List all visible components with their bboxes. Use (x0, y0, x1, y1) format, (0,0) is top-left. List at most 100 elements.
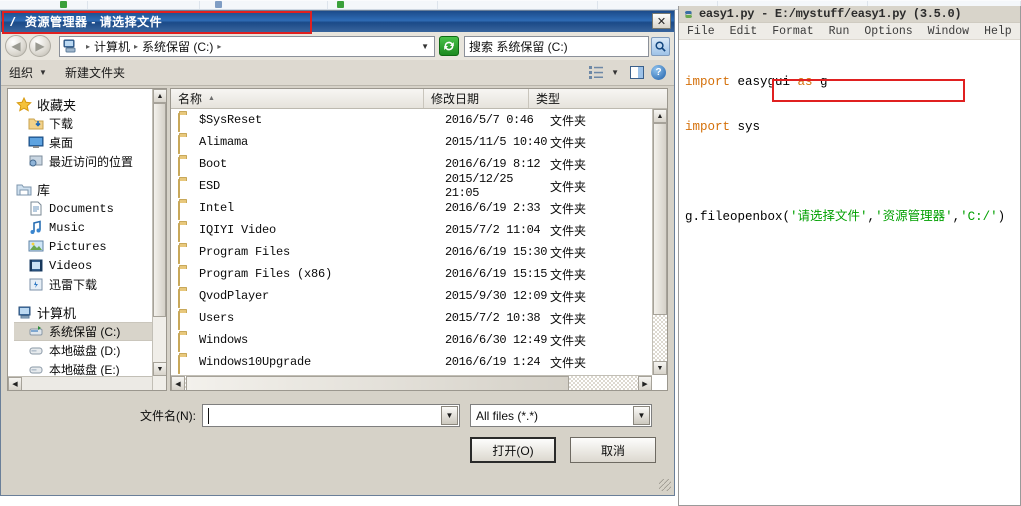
sort-ascending-icon: ▲ (208, 95, 215, 102)
column-label: 修改日期 (431, 92, 480, 106)
computer-icon (16, 305, 32, 320)
module-easygui: easygui (730, 75, 798, 89)
file-type: 文件夹 (550, 289, 587, 304)
help-icon[interactable]: ? (651, 65, 666, 80)
search-icon[interactable] (651, 36, 670, 56)
filter-value: All files (*.*) (476, 408, 539, 423)
tree-item-documents[interactable]: Documents (14, 199, 166, 218)
tree-item-disk-d[interactable]: 本地磁盘 (D:) (14, 341, 166, 360)
organize-button[interactable]: 组织 (9, 64, 33, 81)
breadcrumb-computer[interactable]: 计算机 (94, 38, 130, 55)
view-mode-icon[interactable] (589, 66, 604, 79)
filename-label: 文件名(N): (140, 409, 196, 423)
table-row[interactable]: Windows10Upgrade 2016/6/19 1:24 文件夹 (171, 351, 652, 374)
navigation-tree[interactable]: 收藏夹 下载 桌面 最近访问的位置 库 Documents Music Pict… (7, 88, 167, 391)
menu-format[interactable]: Format (772, 25, 813, 38)
table-row[interactable]: Users 2015/7/2 10:38 文件夹 (171, 307, 652, 330)
tree-item-music[interactable]: Music (14, 218, 166, 237)
tree-label: Documents (49, 201, 114, 216)
table-row[interactable]: IQIYI Video 2015/7/2 11:04 文件夹 (171, 219, 652, 242)
module-sys: sys (730, 120, 761, 134)
tree-item-libraries[interactable]: 库 (14, 180, 166, 199)
table-row[interactable]: Program Files (x86) 2016/6/19 15:15 文件夹 (171, 263, 652, 286)
refresh-icon[interactable] (439, 36, 459, 56)
tree-scroll-thumb[interactable] (153, 103, 166, 317)
tree-item-recent-places[interactable]: 最近访问的位置 (14, 152, 166, 171)
view-caret-icon[interactable]: ▼ (611, 68, 619, 77)
scroll-down-icon[interactable]: ▼ (653, 361, 667, 375)
scroll-right-icon[interactable]: ▶ (638, 376, 652, 390)
menu-file[interactable]: File (687, 25, 715, 38)
search-input[interactable]: 搜索 系统保留 (C:) (464, 35, 649, 57)
menu-options[interactable]: Options (864, 25, 912, 38)
table-row[interactable]: Program Files 2016/6/19 15:30 文件夹 (171, 241, 652, 264)
list-horizontal-scrollbar[interactable]: ◀ ▶ (171, 375, 652, 390)
column-header-type[interactable]: 类型 (529, 89, 667, 108)
list-scroll-thumb[interactable] (653, 123, 667, 315)
downloads-icon (28, 116, 44, 131)
preview-pane-icon[interactable] (630, 66, 644, 79)
table-row[interactable]: QvodPlayer 2015/9/30 12:09 文件夹 (171, 285, 652, 308)
crumb-sep-1: ▸ (134, 41, 139, 51)
tree-item-downloads[interactable]: 下载 (14, 114, 166, 133)
tree-item-desktop[interactable]: 桌面 (14, 133, 166, 152)
scroll-down-icon[interactable]: ▼ (153, 362, 166, 376)
idle-code-area[interactable]: import easygui as g import sys g.fileope… (679, 40, 1020, 255)
table-row[interactable]: Intel 2016/6/19 2:33 文件夹 (171, 197, 652, 220)
filename-dropdown-icon[interactable]: ▼ (441, 406, 458, 425)
table-row[interactable]: ESD 2015/12/25 21:05 文件夹 (171, 172, 652, 200)
list-hscroll-thumb[interactable] (186, 376, 569, 390)
cancel-button[interactable]: 取消 (570, 437, 656, 463)
tree-label: 库 (37, 183, 51, 198)
tree-item-system-reserved[interactable]: 系统保留 (C:) (14, 322, 166, 341)
menu-help[interactable]: Help (984, 25, 1012, 38)
column-header-name[interactable]: 名称 ▲ (171, 89, 424, 108)
file-list[interactable]: 名称 ▲ 修改日期 类型 $SysReset 2016/5/7 0:46 文件夹 Al… (170, 88, 668, 391)
table-row[interactable]: Boot 2016/6/19 8:12 文件夹 (171, 153, 652, 176)
tree-item-pictures[interactable]: Pictures (14, 237, 166, 256)
close-button[interactable]: ✕ (652, 13, 671, 29)
address-dropdown-icon[interactable]: ▼ (421, 42, 429, 51)
dialog-title-bar[interactable]: 资源管理器 - 请选择文件 ✕ (1, 11, 674, 32)
column-header-date[interactable]: 修改日期 (424, 89, 529, 108)
scroll-up-icon[interactable]: ▲ (653, 109, 667, 123)
menu-edit[interactable]: Edit (730, 25, 758, 38)
table-row[interactable]: Alimama 2015/11/5 10:40 文件夹 (171, 131, 652, 154)
comma-1: , (867, 210, 876, 224)
filename-input[interactable]: ▼ (202, 404, 460, 427)
documents-icon (28, 201, 44, 216)
new-folder-button[interactable]: 新建文件夹 (65, 64, 125, 81)
table-row[interactable]: Windows 2016/6/30 12:49 文件夹 (171, 329, 652, 352)
tree-horizontal-scrollbar[interactable]: ◀ (8, 376, 152, 390)
menu-window[interactable]: Window (928, 25, 969, 38)
filter-dropdown-icon[interactable]: ▼ (633, 406, 650, 425)
folder-icon (178, 310, 192, 330)
scroll-left-icon[interactable]: ◀ (8, 377, 22, 390)
tree-item-computer[interactable]: 计算机 (14, 303, 166, 322)
tree-item-thunder-download[interactable]: 迅雷下载 (14, 275, 166, 294)
list-vertical-scrollbar[interactable]: ▲ ▼ (652, 109, 667, 375)
scroll-left-icon[interactable]: ◀ (171, 376, 185, 390)
tree-item-videos[interactable]: Videos (14, 256, 166, 275)
scroll-up-icon[interactable]: ▲ (153, 89, 166, 103)
forward-button[interactable]: ▶ (29, 35, 51, 57)
address-bar[interactable]: ▸ 计算机 ▸ 系统保留 (C:) ▸ ▼ (59, 35, 435, 57)
file-date: 2015/11/5 10:40 (445, 135, 548, 149)
resize-grip[interactable] (659, 479, 671, 491)
file-type-filter[interactable]: All files (*.*) ▼ (470, 404, 652, 427)
code-line-4: g.fileopenbox('请选择文件','资源管理器','C:/') (685, 210, 1020, 225)
scrollbar-corner (652, 375, 667, 390)
menu-run[interactable]: Run (829, 25, 850, 38)
tree-item-favorites[interactable]: 收藏夹 (14, 95, 166, 114)
organize-caret-icon[interactable]: ▼ (39, 68, 47, 77)
breadcrumb-system-reserved[interactable]: 系统保留 (C:) (142, 38, 213, 55)
folder-icon (178, 156, 192, 176)
folder-icon (178, 178, 192, 198)
library-icon (16, 182, 32, 197)
open-button[interactable]: 打开(O) (470, 437, 556, 463)
dialog-body: 收藏夹 下载 桌面 最近访问的位置 库 Documents Music Pict… (1, 86, 674, 393)
idle-title-bar[interactable]: easy1.py - E:/mystuff/easy1.py (3.5.0) (679, 6, 1020, 23)
table-row[interactable]: $SysReset 2016/5/7 0:46 文件夹 (171, 109, 652, 132)
back-button[interactable]: ◀ (5, 35, 27, 57)
tree-vertical-scrollbar[interactable]: ▲ ▼ (152, 89, 166, 390)
